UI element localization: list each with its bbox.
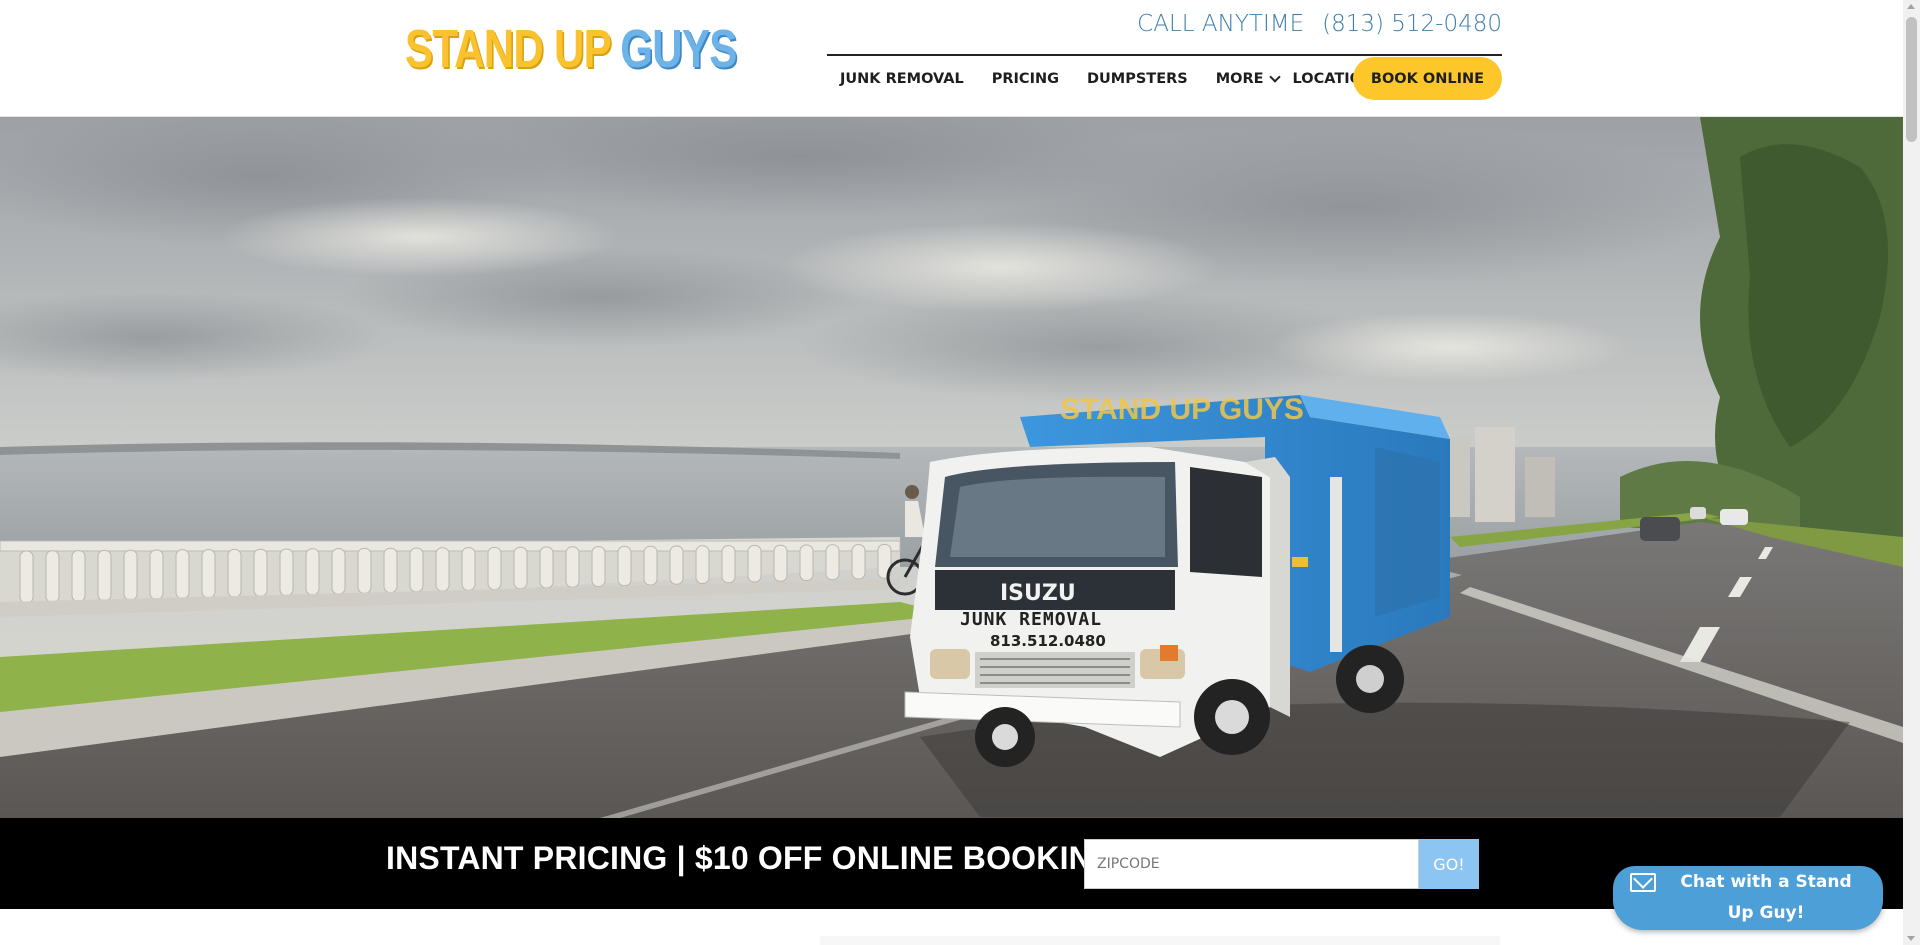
baluster bbox=[175, 549, 190, 599]
baluster bbox=[227, 548, 242, 598]
scroll-thumb[interactable] bbox=[1906, 17, 1917, 142]
nav-item-dumpsters[interactable]: DUMPSTERS bbox=[1073, 56, 1202, 102]
chat-label: Chat with a Stand Up Guy! bbox=[1680, 872, 1852, 923]
nav-item-more[interactable]: MORE bbox=[1202, 56, 1293, 102]
baluster bbox=[747, 544, 762, 583]
baluster bbox=[669, 545, 684, 585]
truck-side-text: JUNK REMOVAL bbox=[960, 609, 1102, 630]
baluster bbox=[201, 549, 216, 599]
baluster bbox=[565, 546, 580, 588]
zipcode-input[interactable] bbox=[1084, 839, 1419, 889]
baluster bbox=[773, 544, 788, 582]
baluster bbox=[357, 547, 372, 594]
baluster bbox=[643, 545, 658, 586]
scroll-down-arrow-icon[interactable] bbox=[1907, 936, 1915, 941]
site-header: STAND UP GUYS CALL ANYTIME (813) 512-0480… bbox=[0, 0, 1903, 117]
baluster bbox=[71, 550, 86, 603]
logo-word-guys: GUYS bbox=[620, 19, 737, 79]
envelope-icon bbox=[1630, 873, 1656, 892]
baluster bbox=[409, 547, 424, 593]
phone-link[interactable]: (813) 512-0480 bbox=[1322, 11, 1502, 37]
baluster bbox=[539, 546, 554, 589]
baluster bbox=[799, 544, 814, 581]
baluster bbox=[45, 550, 60, 603]
baluster bbox=[383, 547, 398, 594]
baluster bbox=[435, 547, 450, 592]
call-anytime-line: CALL ANYTIME (813) 512-0480 bbox=[1137, 11, 1502, 37]
baluster bbox=[461, 547, 476, 591]
chevron-down-icon bbox=[1268, 70, 1281, 83]
site-logo[interactable]: STAND UP GUYS bbox=[405, 16, 737, 76]
baluster bbox=[487, 546, 502, 590]
promo-headline: INSTANT PRICING | $10 OFF ONLINE BOOKING bbox=[386, 840, 1118, 876]
baluster bbox=[149, 549, 164, 600]
baluster bbox=[513, 546, 528, 590]
nav-item-junk-removal[interactable]: JUNK REMOVAL bbox=[827, 56, 978, 102]
nav-item-label: JUNK REMOVAL bbox=[840, 71, 964, 87]
chat-button-content: Chat with a Stand Up Guy! bbox=[1630, 867, 1866, 929]
baluster bbox=[695, 545, 710, 584]
nav-item-label: MORE bbox=[1215, 71, 1264, 87]
balustrade bbox=[0, 540, 901, 552]
next-section-edge bbox=[820, 936, 1500, 945]
baluster bbox=[721, 545, 736, 584]
baluster bbox=[253, 548, 268, 597]
truck-brand: ISUZU bbox=[1000, 581, 1076, 606]
baluster bbox=[123, 549, 138, 601]
baluster bbox=[97, 549, 112, 602]
truck-phone: 813.512.0480 bbox=[990, 632, 1106, 650]
clouds bbox=[0, 117, 1730, 402]
baluster bbox=[19, 550, 34, 604]
baluster bbox=[331, 548, 346, 595]
baluster bbox=[617, 545, 632, 587]
baluster bbox=[279, 548, 294, 596]
baluster bbox=[591, 546, 606, 588]
baluster bbox=[851, 544, 866, 580]
page-scrollbar[interactable] bbox=[1903, 0, 1920, 945]
go-button[interactable]: GO! bbox=[1419, 839, 1479, 889]
book-online-button[interactable]: BOOK ONLINE bbox=[1353, 57, 1502, 100]
nav-item-pricing[interactable]: PRICING bbox=[978, 56, 1073, 102]
hero-scene: STAND UP GUYS ISUZU JUNK REMOVAL 813.512… bbox=[0, 117, 1903, 818]
call-anytime-label: CALL ANYTIME bbox=[1137, 11, 1305, 37]
nav-item-label: PRICING bbox=[991, 71, 1059, 87]
hero-video: STAND UP GUYS ISUZU JUNK REMOVAL 813.512… bbox=[0, 117, 1903, 818]
nav-item-label: DUMPSTERS bbox=[1087, 71, 1188, 87]
logo-word-stand-up: STAND UP bbox=[405, 19, 612, 79]
baluster bbox=[305, 548, 320, 596]
chat-button[interactable]: Chat with a Stand Up Guy! bbox=[1613, 866, 1883, 930]
truck-box-logo: STAND UP GUYS bbox=[1060, 393, 1304, 426]
scroll-up-arrow-icon[interactable] bbox=[1907, 4, 1915, 9]
baluster bbox=[825, 544, 840, 581]
